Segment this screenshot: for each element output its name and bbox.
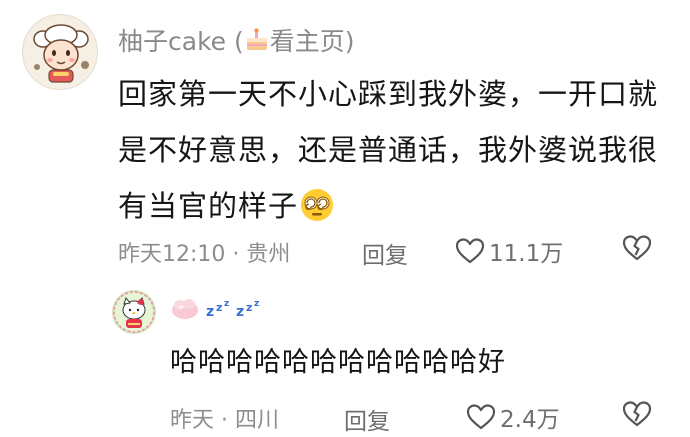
- hello-kitty-avatar-icon: [112, 290, 156, 334]
- cartoon-avatar-icon: [24, 16, 97, 89]
- like-count: 11.1万: [489, 241, 564, 267]
- reply-like-count: 2.4万: [500, 407, 560, 433]
- reply-button[interactable]: 回复: [362, 236, 408, 270]
- reply-dislike-button[interactable]: [622, 400, 652, 432]
- comment-time-location: 昨天12:10 · 贵州: [118, 242, 291, 267]
- username[interactable]: 柚子cake: [118, 27, 226, 56]
- svg-text:z: z: [216, 301, 222, 314]
- svg-text:z: z: [236, 304, 244, 320]
- broken-heart-icon: [622, 400, 652, 428]
- heart-icon: [466, 403, 496, 431]
- reply-username[interactable]: zzzzzz: [170, 296, 266, 320]
- reply-like-button[interactable]: 2.4万: [466, 400, 560, 434]
- like-button[interactable]: 11.1万: [455, 234, 563, 268]
- cake-icon: [244, 28, 270, 58]
- svg-text:z: z: [206, 304, 214, 320]
- zzz-sleep-icon: zzzzzz: [204, 296, 266, 320]
- username-line: 柚子cake ( 看主页): [118, 22, 355, 58]
- view-profile-link[interactable]: 看主页: [270, 27, 345, 56]
- broken-heart-icon: [622, 234, 652, 262]
- dislike-button[interactable]: [622, 234, 652, 266]
- reply-time-location: 昨天 · 四川: [170, 408, 279, 433]
- comment-thread: 柚子cake ( 看主页) 回家第一天不小心踩到我外婆，一开口就是不好意思，还是普…: [0, 0, 690, 437]
- reply-user-avatar[interactable]: [112, 290, 156, 334]
- heart-icon: [455, 237, 485, 265]
- svg-text:z: z: [224, 299, 229, 309]
- reply-text: 哈哈哈哈哈哈哈哈哈哈哈好: [170, 347, 506, 378]
- svg-text:z: z: [246, 301, 252, 314]
- dizzy-face-emoji-icon: [300, 184, 334, 240]
- profile-paren-open: (: [234, 27, 244, 56]
- comment-text: 回家第一天不小心踩到我外婆，一开口就是不好意思，还是普通话，我外婆说我很有当官的…: [118, 66, 678, 240]
- reply-reply-button[interactable]: 回复: [344, 402, 390, 436]
- pink-blob-emoji-icon: [170, 296, 200, 320]
- svg-text:z: z: [254, 299, 259, 309]
- comment-body: 回家第一天不小心踩到我外婆，一开口就是不好意思，还是普通话，我外婆说我很有当官的…: [118, 77, 659, 223]
- user-avatar[interactable]: [22, 14, 98, 90]
- profile-paren-close: ): [344, 27, 355, 56]
